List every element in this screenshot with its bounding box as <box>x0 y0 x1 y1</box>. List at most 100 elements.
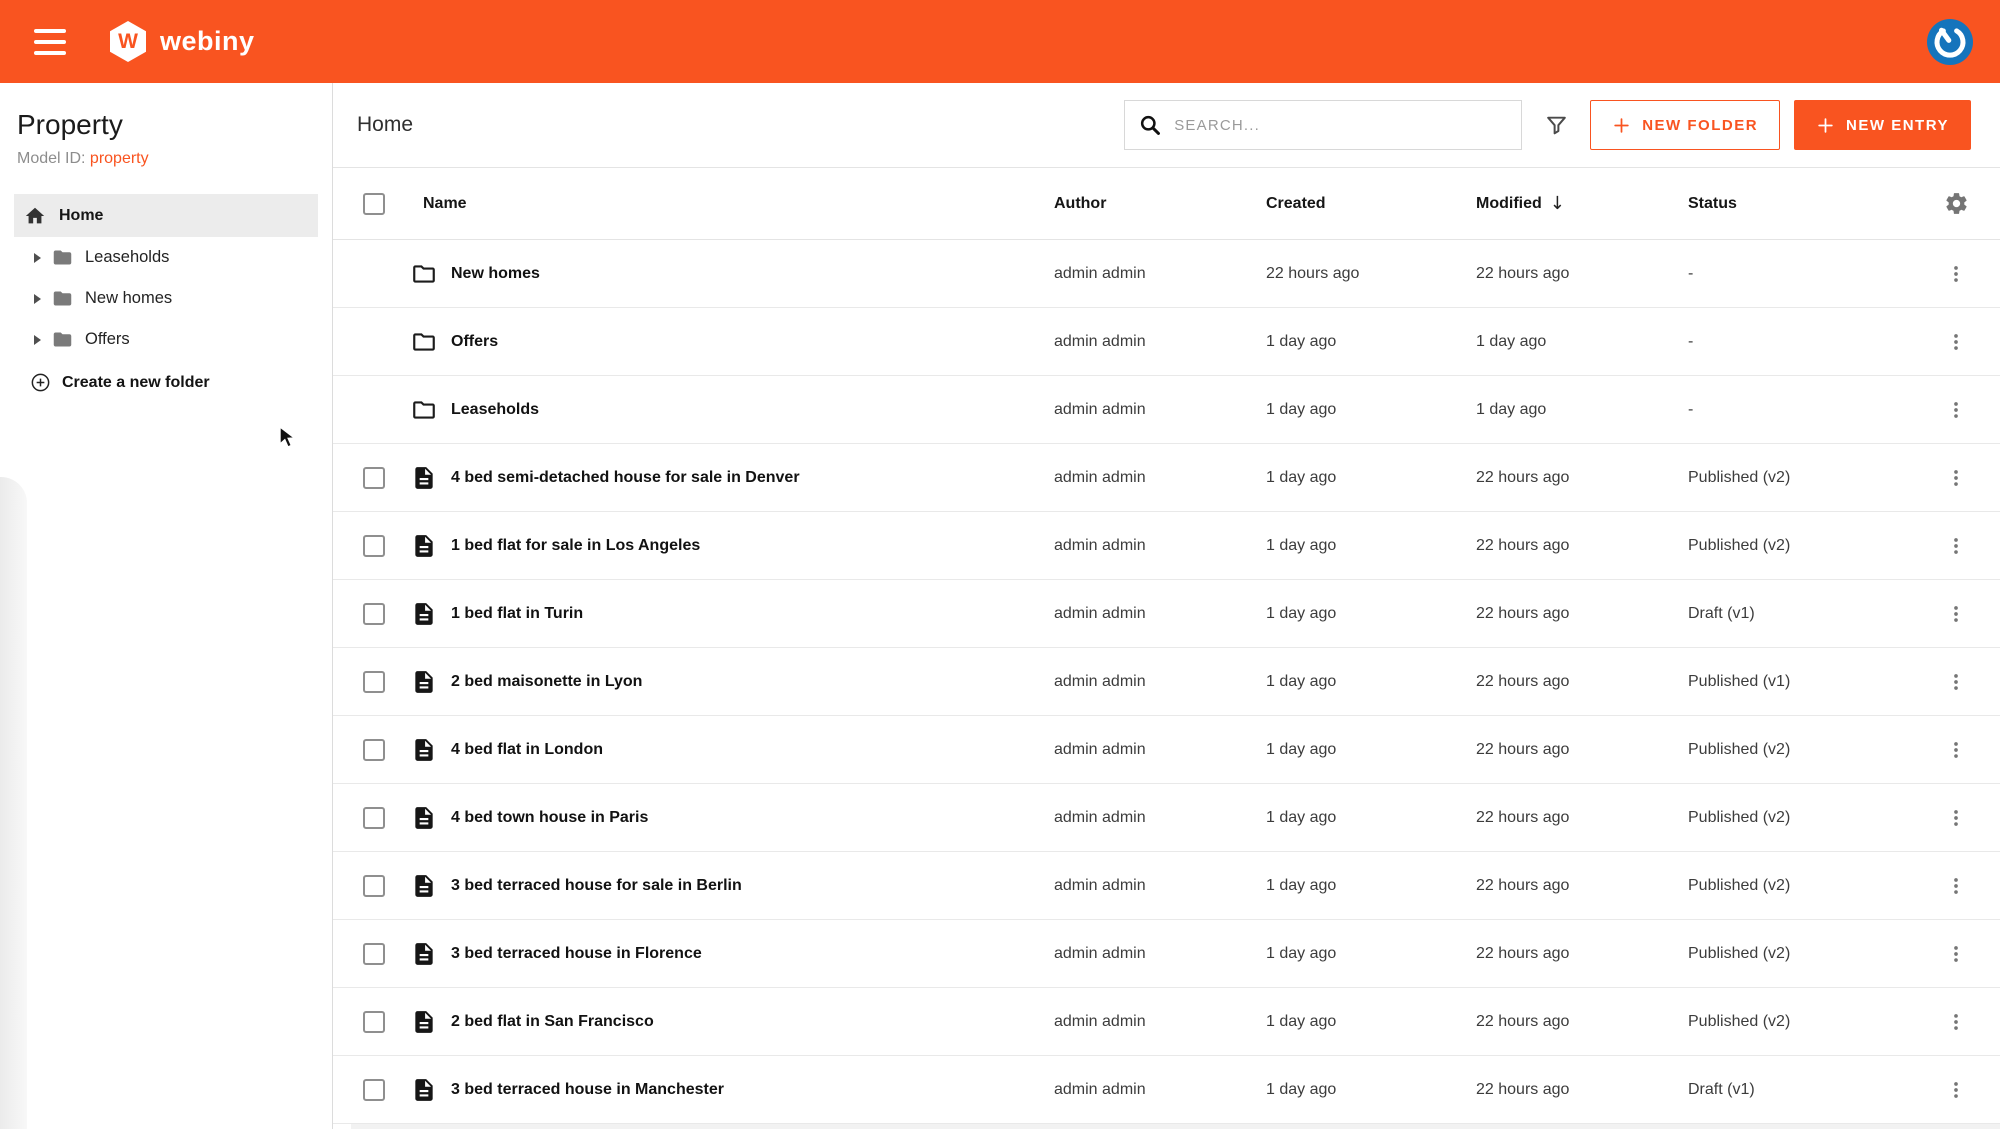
main-header: Home NEW <box>333 83 2000 168</box>
user-avatar[interactable] <box>1926 18 1974 66</box>
table-row-entry[interactable]: 2 bed maisonette in Lyon admin admin 1 d… <box>333 648 2000 716</box>
row-name-cell[interactable]: Leaseholds <box>397 397 1054 423</box>
row-name-cell[interactable]: 4 bed town house in Paris <box>397 805 1054 831</box>
row-menu-button[interactable] <box>1938 664 1974 700</box>
row-name-cell[interactable]: 3 bed terraced house in Manchester <box>397 1077 1054 1103</box>
row-author: admin admin <box>1054 264 1146 282</box>
select-all-checkbox[interactable] <box>363 192 385 215</box>
row-menu-button[interactable] <box>1938 256 1974 292</box>
row-checkbox[interactable] <box>363 874 385 897</box>
model-id-link[interactable]: property <box>90 150 149 167</box>
row-created: 1 day ago <box>1266 604 1337 622</box>
filter-funnel-icon <box>1546 116 1566 134</box>
row-modified: 22 hours ago <box>1476 740 1570 758</box>
row-created: 1 day ago <box>1266 400 1337 418</box>
row-checkbox[interactable] <box>363 942 385 965</box>
table-row-folder[interactable]: Offers admin admin 1 day ago 1 day ago - <box>333 308 2000 376</box>
row-status: - <box>1688 264 1694 282</box>
row-name-cell[interactable]: 2 bed flat in San Francisco <box>397 1009 1054 1035</box>
row-created: 1 day ago <box>1266 468 1337 486</box>
row-menu-button[interactable] <box>1938 528 1974 564</box>
row-menu-button[interactable] <box>1938 868 1974 904</box>
sidebar-folder-tree: Leaseholds New homes Offers <box>14 237 318 360</box>
kebab-menu-icon <box>1954 741 1958 758</box>
search-input[interactable] <box>1174 116 1508 134</box>
document-icon <box>415 602 433 625</box>
chevron-right-icon[interactable] <box>33 293 42 305</box>
row-modified: 22 hours ago <box>1476 468 1570 486</box>
table-row-folder[interactable]: Leaseholds admin admin 1 day ago 1 day a… <box>333 376 2000 444</box>
row-checkbox[interactable] <box>363 670 385 693</box>
home-icon <box>25 207 45 223</box>
row-checkbox[interactable] <box>363 1010 385 1033</box>
row-menu-button[interactable] <box>1938 936 1974 972</box>
create-folder-button[interactable]: Create a new folder <box>14 372 210 393</box>
table-row-entry[interactable]: 3 bed terraced house in Florence admin a… <box>333 920 2000 988</box>
row-name-cell[interactable]: 4 bed flat in London <box>397 737 1054 763</box>
column-header-name[interactable]: Name <box>423 195 1054 213</box>
row-checkbox[interactable] <box>363 534 385 557</box>
row-status: - <box>1688 332 1694 350</box>
table-row-entry[interactable]: 2 bed flat in San Francisco admin admin … <box>333 988 2000 1056</box>
model-id-label: Model ID: <box>17 150 86 167</box>
row-menu-button[interactable] <box>1938 392 1974 428</box>
row-name-cell[interactable]: 1 bed flat in Turin <box>397 601 1054 627</box>
column-header-modified[interactable]: Modified ↓ <box>1476 193 1688 214</box>
sidebar: Property Model ID: property Home Leaseho… <box>0 83 333 1129</box>
row-author: admin admin <box>1054 944 1146 962</box>
row-menu-button[interactable] <box>1938 732 1974 768</box>
row-menu-button[interactable] <box>1938 324 1974 360</box>
row-menu-button[interactable] <box>1938 800 1974 836</box>
row-name-cell[interactable]: New homes <box>397 261 1054 287</box>
row-menu-button[interactable] <box>1938 460 1974 496</box>
column-header-created[interactable]: Created <box>1266 195 1476 213</box>
column-header-status[interactable]: Status <box>1688 195 1928 213</box>
row-name-cell[interactable]: 3 bed terraced house in Florence <box>397 941 1054 967</box>
sidebar-folder-item[interactable]: New homes <box>14 278 318 319</box>
document-icon <box>415 942 433 965</box>
row-name-cell[interactable]: 3 bed terraced house for sale in Berlin <box>397 873 1054 899</box>
table-settings-button[interactable] <box>1936 184 1976 224</box>
new-folder-button[interactable]: NEW FOLDER <box>1590 100 1781 150</box>
row-menu-button[interactable] <box>1938 1004 1974 1040</box>
row-checkbox[interactable] <box>363 738 385 761</box>
new-entry-button[interactable]: NEW ENTRY <box>1794 100 1971 150</box>
sidebar-folder-item[interactable]: Leaseholds <box>14 237 318 278</box>
row-checkbox[interactable] <box>363 806 385 829</box>
menu-hamburger-icon[interactable] <box>34 28 66 55</box>
chevron-right-icon[interactable] <box>33 334 42 346</box>
column-header-author[interactable]: Author <box>1054 195 1266 213</box>
row-name-cell[interactable]: 1 bed flat for sale in Los Angeles <box>397 533 1054 559</box>
sidebar-folder-item[interactable]: Offers <box>14 319 318 360</box>
table-row-entry[interactable]: 4 bed town house in Paris admin admin 1 … <box>333 784 2000 852</box>
plus-icon <box>1818 117 1833 133</box>
table-row-entry[interactable]: 4 bed semi-detached house for sale in De… <box>333 444 2000 512</box>
table-row-entry[interactable]: 1 bed flat for sale in Los Angeles admin… <box>333 512 2000 580</box>
row-name-cell[interactable]: Offers <box>397 329 1054 355</box>
row-menu-button[interactable] <box>1938 596 1974 632</box>
row-name-cell[interactable]: 2 bed maisonette in Lyon <box>397 669 1054 695</box>
table-row-entry[interactable]: 4 bed flat in London admin admin 1 day a… <box>333 716 2000 784</box>
table-row-entry[interactable]: 1 bed flat in Turin admin admin 1 day ag… <box>333 580 2000 648</box>
row-status: Published (v2) <box>1688 944 1791 962</box>
row-author: admin admin <box>1054 468 1146 486</box>
search-box <box>1124 100 1523 150</box>
row-name-cell[interactable]: 4 bed semi-detached house for sale in De… <box>397 465 1054 491</box>
kebab-menu-icon <box>1954 605 1958 622</box>
row-menu-button[interactable] <box>1938 1072 1974 1108</box>
row-checkbox[interactable] <box>363 466 385 489</box>
sidebar-item-home[interactable]: Home <box>14 194 318 237</box>
document-icon <box>415 670 433 693</box>
row-author: admin admin <box>1054 672 1146 690</box>
table-row-folder[interactable]: New homes admin admin 22 hours ago 22 ho… <box>333 240 2000 308</box>
filter-button[interactable] <box>1536 105 1576 145</box>
table-row-entry[interactable]: 3 bed terraced house for sale in Berlin … <box>333 852 2000 920</box>
row-checkbox[interactable] <box>363 1078 385 1101</box>
kebab-menu-icon <box>1954 265 1958 282</box>
table-row-entry[interactable]: 3 bed terraced house in Manchester admin… <box>333 1056 2000 1124</box>
row-author: admin admin <box>1054 1012 1146 1030</box>
row-checkbox[interactable] <box>363 602 385 625</box>
chevron-right-icon[interactable] <box>33 252 42 264</box>
row-author: admin admin <box>1054 808 1146 826</box>
row-modified: 22 hours ago <box>1476 1080 1570 1098</box>
